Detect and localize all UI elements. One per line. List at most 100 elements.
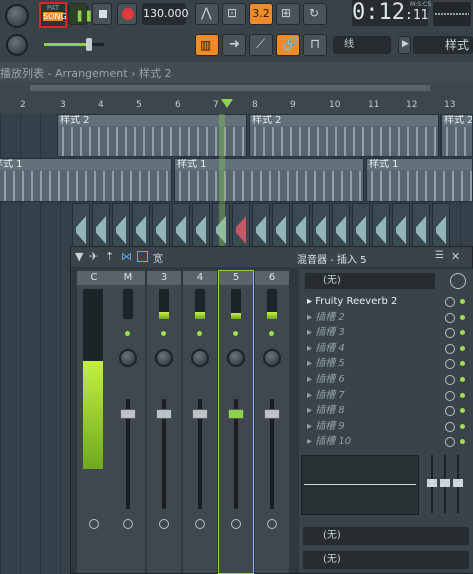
step-edit-button[interactable]: ⊞ <box>276 3 300 25</box>
audio-clip-row[interactable] <box>0 203 473 247</box>
record-button[interactable] <box>117 3 137 25</box>
master-volume-knob[interactable] <box>5 4 29 28</box>
slot-mix-knob[interactable] <box>445 359 455 370</box>
pat-song-toggle[interactable]: PAT SONG <box>39 2 67 28</box>
mixer-strip[interactable]: 6 <box>255 271 289 573</box>
route-icon[interactable] <box>231 519 241 529</box>
pan-knob[interactable] <box>119 349 137 367</box>
slot-mix-knob[interactable] <box>445 297 455 307</box>
route-icon[interactable] <box>195 519 205 529</box>
pan-knob[interactable] <box>191 349 209 367</box>
route-icon[interactable] <box>123 519 133 529</box>
pattern-picker[interactable]: 样式 <box>413 36 473 54</box>
master-volume-slider[interactable] <box>44 38 104 51</box>
effect-slot[interactable]: ▸ 插槽 4 <box>307 342 467 356</box>
mute-led[interactable] <box>161 331 166 336</box>
slot-mix-knob[interactable] <box>445 390 455 401</box>
volume-fader[interactable] <box>156 409 172 419</box>
route-icon[interactable] <box>159 519 169 529</box>
slot-enable-led[interactable] <box>460 361 465 367</box>
slot-mix-knob[interactable] <box>445 328 455 339</box>
slot-mix-knob[interactable] <box>445 343 455 354</box>
audio-clip[interactable] <box>152 203 170 247</box>
slot-enable-led[interactable] <box>460 392 465 398</box>
volume-fader[interactable] <box>228 409 244 419</box>
timeline-ruler[interactable]: 2 3 4 5 6 7 8 9 10 11 12 13 <box>0 82 473 114</box>
slot-mix-knob[interactable] <box>445 312 455 323</box>
slot-mix-knob[interactable] <box>445 375 455 385</box>
snap-forward-button[interactable]: ➜ <box>222 34 246 56</box>
route-icon[interactable] <box>267 519 277 529</box>
audio-clip[interactable] <box>92 203 110 247</box>
slot-mix-knob[interactable] <box>445 437 455 448</box>
slot-enable-led[interactable] <box>460 408 465 414</box>
draw-tool-button[interactable]: ⟋ <box>249 34 273 56</box>
route-icon[interactable] <box>89 519 99 529</box>
pattern-clip[interactable]: 样式 1 <box>0 158 172 202</box>
audio-clip[interactable] <box>292 203 310 247</box>
link-tool-button[interactable]: 🔗 <box>276 34 300 56</box>
pattern-clip[interactable]: 样式 1 <box>174 158 364 202</box>
mixer-strip[interactable]: M <box>111 271 145 573</box>
eq-sliders[interactable] <box>427 455 467 513</box>
volume-fader[interactable] <box>192 409 208 419</box>
slot-enable-led[interactable] <box>460 299 465 304</box>
audio-clip[interactable] <box>72 203 90 247</box>
slot-enable-led[interactable] <box>460 377 465 382</box>
effect-slot[interactable]: ▸ 插槽 7 <box>307 389 467 403</box>
pan-knob[interactable] <box>155 349 173 367</box>
effect-slot[interactable]: ▸ 插槽 3 <box>307 326 467 340</box>
audio-clip[interactable] <box>172 203 190 247</box>
wait-input-button[interactable]: ⊡ <box>222 3 246 25</box>
audio-clip[interactable] <box>192 203 210 247</box>
audio-clip[interactable] <box>252 203 270 247</box>
menu-icon[interactable]: ☰ <box>435 250 444 261</box>
play-button[interactable]: ❚❚ <box>68 3 93 25</box>
pattern-clip[interactable]: 样式 2 <box>441 114 473 157</box>
pan-knob[interactable] <box>227 349 245 367</box>
clock-icon[interactable] <box>450 273 466 289</box>
mute-led[interactable] <box>197 331 202 336</box>
effect-slot[interactable]: ▸ 插槽 8 <box>307 404 467 418</box>
return-select[interactable]: (无) <box>303 551 469 569</box>
wide-icon[interactable]: ⋈ <box>121 250 132 263</box>
countdown-button[interactable]: 3.2 <box>249 3 273 25</box>
playlist-title-bar[interactable]: 播放列表 - Arrangement › 样式 2 <box>0 62 473 82</box>
playlist-button[interactable]: ▥ <box>195 34 219 56</box>
playhead-marker[interactable] <box>221 99 233 108</box>
audio-clip[interactable] <box>352 203 370 247</box>
upload-icon[interactable]: ⇡ <box>105 250 114 263</box>
audio-clip[interactable] <box>272 203 290 247</box>
slot-mix-knob[interactable] <box>445 421 455 432</box>
eq-graph[interactable] <box>301 455 419 515</box>
slot-enable-led[interactable] <box>460 439 465 445</box>
snap-select[interactable]: 线 <box>333 36 391 54</box>
slot-enable-led[interactable] <box>460 314 465 320</box>
master-pitch-knob[interactable] <box>6 34 28 56</box>
tempo-display[interactable]: 130.000 <box>142 3 189 25</box>
send-select[interactable]: (无) <box>303 527 469 545</box>
close-icon[interactable]: ✕ <box>451 250 460 263</box>
loop-record-button[interactable]: ↻ <box>303 3 327 25</box>
volume-fader[interactable] <box>120 409 136 419</box>
timeline-scrollbar[interactable] <box>30 85 430 91</box>
pattern-arrow-button[interactable]: ▶ <box>398 36 411 54</box>
pattern-clip[interactable]: 样式 2 <box>249 114 439 157</box>
route-icon[interactable]: ✈ <box>89 250 98 263</box>
box-icon[interactable] <box>137 251 148 262</box>
mixer-strip[interactable]: 5 <box>218 270 254 574</box>
mixer-width-label[interactable]: 宽 <box>153 250 163 265</box>
slot-enable-led[interactable] <box>460 330 465 336</box>
pan-knob[interactable] <box>263 349 281 367</box>
magnet-button[interactable]: ⊓ <box>303 34 327 56</box>
volume-fader[interactable] <box>264 409 280 419</box>
audio-clip[interactable] <box>392 203 410 247</box>
mute-led[interactable] <box>233 331 238 336</box>
stop-button[interactable] <box>92 3 112 25</box>
settings-icon[interactable]: ▼ <box>75 250 83 263</box>
audio-clip[interactable] <box>312 203 330 247</box>
effect-slot[interactable]: ▸ Fruity Reeverb 2 <box>307 295 467 309</box>
effect-slot[interactable]: ▸ 插槽 9 <box>307 420 467 434</box>
slot-enable-led[interactable] <box>460 423 465 429</box>
effect-slot[interactable]: ▸ 插槽 10 <box>307 435 467 449</box>
